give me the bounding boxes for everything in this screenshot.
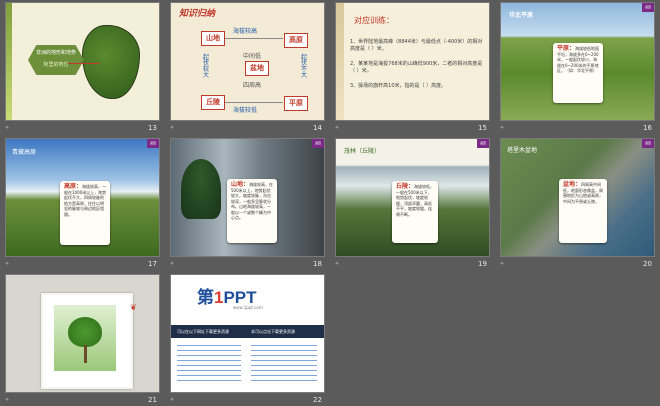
- term-text: 海拔较低，一般在500米以下，地势起伏，坡度较缓，顶部浑圆，高低不平，坡度较缓，…: [396, 184, 435, 217]
- question-3: 3、操场的旗杆高10米，指的是（ ）高度。: [350, 83, 447, 89]
- pine-tree: [181, 159, 221, 219]
- slide-icon: ✧: [335, 125, 340, 131]
- slide-number: 13: [148, 124, 157, 132]
- slide-title: 非洲的地形和地势: [35, 50, 76, 56]
- label-alt-low: 海拔较低: [233, 107, 258, 114]
- slide-title: 塔里木盆地: [507, 147, 538, 154]
- term-text: 海拔较高，在500米以上，地势起伏较大，坡度较陡，沟谷较深，一般多呈脉状分布。山…: [231, 182, 274, 220]
- right-heading: 本可以点击下载更多资源: [251, 329, 295, 334]
- slide-icon: ✧: [170, 125, 175, 131]
- label-undulate-big: 起伏较大: [203, 54, 210, 79]
- label-around-high: 四周高: [243, 82, 262, 89]
- slide-icon: ✧: [170, 261, 175, 267]
- slide-number: 20: [643, 260, 652, 268]
- slide-number: 15: [478, 124, 487, 132]
- slide-heading: 对应训练：: [354, 16, 394, 25]
- slide-number: 14: [313, 124, 322, 132]
- back-tag[interactable]: 返回: [147, 139, 159, 148]
- info-scroll: 盆地：四周高中间低，地面形态像盆，周围地形为山地或高原，中间为平原或丘陵。: [559, 179, 607, 243]
- slide-icon: ✧: [335, 261, 340, 267]
- info-scroll: 丘陵：海拔较低，一般在500米以下，地势起伏，坡度较缓，顶部浑圆，高低不平，坡度…: [392, 181, 438, 243]
- question-1: 1、世界陆地最高峰（8844米）与最低点（-400米）的相对高度是（ ）米。: [350, 39, 483, 52]
- label-alt-high: 海拔较高: [233, 28, 258, 35]
- slide-number: 22: [313, 396, 322, 404]
- slide-number: 21: [148, 396, 157, 404]
- logo-char: 第: [197, 288, 214, 307]
- box-hills: 丘陵: [201, 95, 225, 110]
- slide-icon: ✧: [5, 397, 10, 403]
- slide-icon: ✧: [5, 125, 10, 131]
- slide-icon: ✧: [500, 261, 505, 267]
- info-scroll: 高原：海拔较高，一般在1000米以上，地势起伏不大，四周较陡的地方是高原，往往以…: [60, 181, 110, 245]
- slide-number: 18: [313, 260, 322, 268]
- label-undulate-small: 起伏不大: [301, 54, 308, 79]
- question-2: 2、某某地是海拔768米的山峰低900米，二者的相对高度是（ ）米。: [350, 61, 483, 74]
- box-basin: 盆地: [245, 61, 269, 76]
- left-heading: 可以在以下网址下载更多资源: [177, 329, 229, 334]
- slide-icon: ✧: [170, 397, 175, 403]
- back-tag[interactable]: 返回: [642, 3, 654, 12]
- africa-map: [82, 25, 140, 99]
- info-scroll: 山地：海拔较高，在500米以上，地势起伏较大，坡度较陡，沟谷较深，一般多呈脉状分…: [227, 179, 277, 243]
- back-tag[interactable]: 返回: [642, 139, 654, 148]
- slide-icon: ✧: [5, 261, 10, 267]
- slide-number: 19: [478, 260, 487, 268]
- label-mid-low: 中间低: [243, 53, 262, 60]
- slide-number: 17: [148, 260, 157, 268]
- term-text: 海拔较高，一般在1000米以上，地势起伏不大，四周较陡的地方是高原，往往以明显的…: [64, 184, 107, 217]
- back-tag[interactable]: 返回: [312, 139, 324, 148]
- slide-title: 青藏高原: [12, 149, 37, 156]
- logo-url: www.1ppt.com: [233, 305, 263, 310]
- slide-heading: 知识归纳: [179, 9, 216, 19]
- slide-number: 16: [643, 124, 652, 132]
- box-plateau: 高原: [284, 33, 308, 48]
- link-list-right: [251, 343, 317, 381]
- back-tag[interactable]: 返回: [477, 139, 489, 148]
- box-plain: 平原: [284, 96, 308, 111]
- slide-icon: ✧: [500, 125, 505, 131]
- slide-title: 茂林（丘陵）: [344, 148, 381, 155]
- butterfly-icon: ❦: [130, 303, 137, 312]
- box-mountain: 山地: [201, 31, 225, 46]
- heart-tree-image: [68, 317, 102, 347]
- slide-title: 华北平原: [509, 12, 534, 19]
- info-scroll: 平原：海拔较低地面平坦，海拔多在0~200米，一般起伏较小，海拔在0~200米的…: [553, 43, 603, 103]
- link-list-left: [177, 343, 241, 381]
